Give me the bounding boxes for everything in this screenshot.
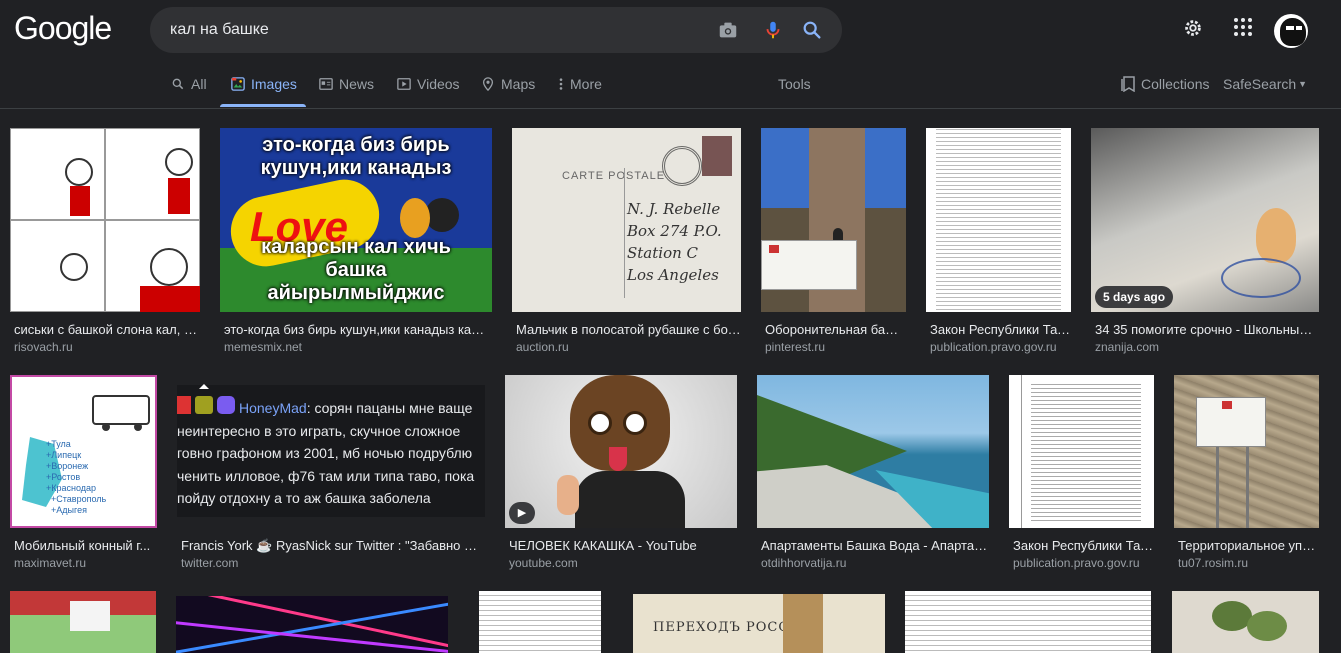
- apps-grid-icon[interactable]: [1233, 17, 1253, 37]
- result-caption[interactable]: Francis York ☕ RyasNick sur Twitter : "З…: [181, 538, 481, 554]
- news-icon: [319, 78, 333, 90]
- result-thumbnail[interactable]: [1009, 375, 1154, 528]
- images-icon: [231, 77, 245, 91]
- thumbnail-text: CARTE POSTALE: [562, 170, 666, 182]
- result-caption[interactable]: Оборонительная баш...: [765, 322, 906, 337]
- result-source[interactable]: znanija.com: [1095, 340, 1319, 354]
- result-tile[interactable]: Закон Республики Тат... publication.prav…: [926, 128, 1071, 358]
- tab-bar: All Images News Videos Maps More Tools C…: [0, 62, 1341, 108]
- mic-icon[interactable]: [762, 19, 784, 41]
- result-source[interactable]: twitter.com: [181, 556, 481, 570]
- result-source[interactable]: otdihhorvatija.ru: [761, 556, 989, 570]
- google-logo[interactable]: Google: [14, 10, 112, 47]
- tab-images[interactable]: Images: [231, 76, 297, 92]
- result-tile[interactable]: HoneyMad: сорян пацаны мне ваще неинтере…: [177, 375, 485, 575]
- result-caption[interactable]: Закон Республики Тат...: [930, 322, 1071, 337]
- camera-icon[interactable]: [717, 19, 739, 41]
- result-thumbnail[interactable]: [1172, 591, 1319, 653]
- tab-label: Maps: [501, 76, 536, 92]
- tab-more[interactable]: More: [558, 76, 602, 92]
- result-source[interactable]: memesmix.net: [224, 340, 490, 354]
- date-badge: 5 days ago: [1095, 286, 1174, 308]
- result-source[interactable]: auction.ru: [516, 340, 741, 354]
- gear-icon[interactable]: [1182, 17, 1204, 39]
- result-tile[interactable]: ▶ ЧЕЛОВЕК КАКАШКА - YouTube youtube.com: [505, 375, 737, 575]
- result-thumbnail[interactable]: 5 days ago: [1091, 128, 1319, 312]
- result-thumbnail[interactable]: [905, 591, 1151, 653]
- result-thumbnail[interactable]: [176, 596, 448, 653]
- result-source[interactable]: tu07.rosim.ru: [1178, 556, 1319, 570]
- tab-videos[interactable]: Videos: [397, 76, 460, 92]
- result-tile[interactable]: Закон Республики Тат... publication.prav…: [1009, 375, 1154, 575]
- bookmark-icon: [1121, 76, 1135, 92]
- result-caption[interactable]: 34 35 помогите срочно - Школьные ...: [1095, 322, 1319, 337]
- result-tile[interactable]: Территориальное упр... tu07.rosim.ru: [1174, 375, 1319, 575]
- thumbnail-text: HoneyMad: сорян пацаны мне ваще неинтере…: [177, 400, 475, 506]
- result-thumbnail[interactable]: [761, 128, 906, 312]
- tab-label: More: [570, 76, 602, 92]
- result-thumbnail[interactable]: [479, 591, 601, 653]
- header: Google кал на башке: [0, 0, 1341, 62]
- result-source[interactable]: publication.pravo.gov.ru: [1013, 556, 1154, 570]
- thumbnail-text: +Тула +Липецк +Воронеж +Ростов +Краснодар +С…: [46, 439, 107, 515]
- result-tile[interactable]: 5 days ago 34 35 помогите срочно - Школь…: [1091, 128, 1319, 358]
- result-caption[interactable]: Мальчик в полосатой рубашке с бол...: [516, 322, 741, 337]
- tab-news[interactable]: News: [319, 76, 374, 92]
- result-thumbnail[interactable]: +Тула +Липецк +Воронеж +Ростов +Краснодар +С…: [10, 375, 157, 528]
- result-tile[interactable]: +Тула +Липецк +Воронеж +Ростов +Краснодар +С…: [10, 375, 157, 575]
- result-source[interactable]: pinterest.ru: [765, 340, 906, 354]
- avatar[interactable]: [1274, 14, 1308, 48]
- result-caption[interactable]: Закон Республики Тат...: [1013, 538, 1154, 553]
- tab-label: All: [191, 76, 207, 92]
- tab-all[interactable]: All: [171, 76, 207, 92]
- result-thumbnail[interactable]: Love это-когда биз бирь кушун,ики канадыз…: [220, 128, 492, 312]
- result-thumbnail[interactable]: [926, 128, 1071, 312]
- caret-down-icon: ▼: [1298, 79, 1308, 89]
- tab-label: Images: [251, 76, 297, 92]
- safesearch-dropdown[interactable]: SafeSearch ▼: [1223, 76, 1307, 92]
- tab-label: Videos: [417, 76, 460, 92]
- result-thumbnail[interactable]: ПЕРЕХОДЪ РОССІИ: [633, 594, 885, 653]
- tab-maps[interactable]: Maps: [481, 76, 535, 92]
- result-tile[interactable]: CARTE POSTALE N. J. Rebelle Box 274 P.O. S…: [512, 128, 741, 358]
- result-thumbnail[interactable]: [10, 591, 156, 653]
- result-caption[interactable]: Апартаменты Башка Вода - Апартаме...: [761, 538, 989, 553]
- divider: [0, 108, 1341, 109]
- kebab-icon: [559, 78, 563, 90]
- result-tile[interactable]: сиськи с башкой слона кал, в... risovach…: [10, 128, 200, 358]
- tab-label: News: [339, 76, 375, 92]
- play-icon: ▶: [509, 502, 535, 524]
- tools-label: Tools: [778, 76, 811, 92]
- result-thumbnail[interactable]: [1174, 375, 1319, 528]
- result-tile[interactable]: Апартаменты Башка Вода - Апартаме... otd…: [757, 375, 989, 575]
- result-caption[interactable]: это-когда биз бирь кушун,ики канадыз кал…: [224, 322, 490, 337]
- result-thumbnail[interactable]: HoneyMad: сорян пацаны мне ваще неинтере…: [177, 375, 485, 528]
- result-caption[interactable]: Мобильный конный г...: [14, 538, 157, 553]
- result-thumbnail[interactable]: [757, 375, 989, 528]
- result-tile[interactable]: Оборонительная баш... pinterest.ru: [761, 128, 906, 358]
- search-input[interactable]: кал на башке: [170, 21, 269, 39]
- play-icon: [397, 78, 411, 90]
- result-thumbnail[interactable]: CARTE POSTALE N. J. Rebelle Box 274 P.O. S…: [512, 128, 741, 312]
- active-tab-indicator: [220, 104, 306, 107]
- result-thumbnail[interactable]: [10, 128, 200, 312]
- result-source[interactable]: risovach.ru: [14, 340, 200, 354]
- collections-label: Collections: [1141, 76, 1210, 92]
- result-caption[interactable]: сиськи с башкой слона кал, в...: [14, 322, 200, 337]
- search-icon: [172, 78, 184, 90]
- result-source[interactable]: maximavet.ru: [14, 556, 157, 570]
- result-source[interactable]: publication.pravo.gov.ru: [930, 340, 1071, 354]
- result-thumbnail[interactable]: ▶: [505, 375, 737, 528]
- result-source[interactable]: youtube.com: [509, 556, 737, 570]
- result-tile[interactable]: Love это-когда биз бирь кушун,ики канадыз…: [220, 128, 492, 358]
- tools-button[interactable]: Tools: [778, 76, 811, 92]
- safesearch-label: SafeSearch: [1223, 76, 1297, 92]
- collections-button[interactable]: Collections: [1121, 76, 1209, 92]
- search-box[interactable]: кал на башке: [150, 7, 842, 53]
- search-icon[interactable]: [801, 19, 823, 41]
- pin-icon: [482, 77, 494, 91]
- result-caption[interactable]: ЧЕЛОВЕК КАКАШКА - YouTube: [509, 538, 737, 553]
- thumbnail-text: это-когда биз бирь кушун,ики канадыз: [260, 134, 452, 179]
- result-caption[interactable]: Территориальное упр...: [1178, 538, 1319, 553]
